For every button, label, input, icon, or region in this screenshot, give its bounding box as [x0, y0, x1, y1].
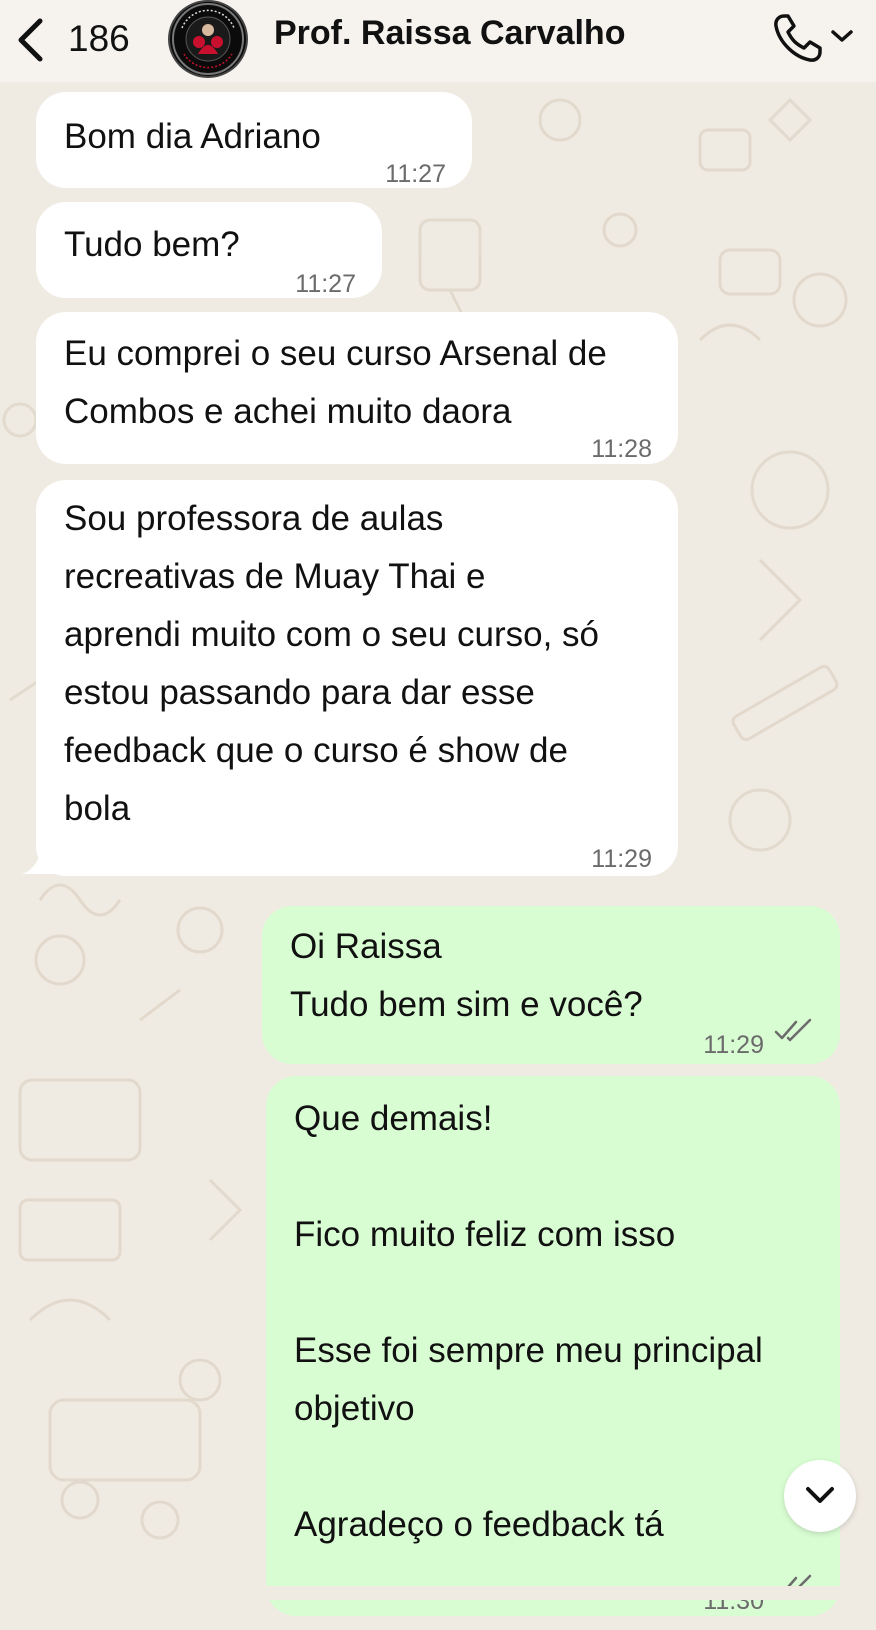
chat-header: 186 Prof. Raissa Carvalho	[0, 0, 876, 82]
contact-name[interactable]: Prof. Raissa Carvalho	[274, 14, 625, 53]
message-bubble-incoming[interactable]: Tudo bem? 11:27	[36, 202, 382, 298]
message-bubble-incoming[interactable]: Sou professora de aulas recreativas de M…	[36, 480, 678, 876]
message-text: Que demais! Fico muito feliz com isso Es…	[294, 1099, 763, 1544]
double-check-icon	[774, 1018, 812, 1042]
message-bubble-incoming[interactable]: Eu comprei o seu curso Arsenal de Combos…	[36, 312, 678, 464]
message-time: 11:28	[591, 435, 652, 463]
message-time: 11:29	[703, 1031, 764, 1059]
message-time: 11:27	[295, 270, 356, 298]
scroll-to-bottom-button[interactable]	[784, 1460, 856, 1532]
unread-count: 186	[68, 18, 130, 59]
phone-icon	[774, 14, 822, 62]
message-bubble-outgoing[interactable]: Oi Raissa Tudo bem sim e você? 11:29	[262, 906, 840, 1064]
bottom-edge	[0, 1586, 876, 1600]
call-button[interactable]	[770, 10, 860, 66]
message-text: Eu comprei o seu curso Arsenal de Combos…	[64, 334, 607, 431]
message-text: Oi Raissa Tudo bem sim e você?	[290, 927, 643, 1024]
message-time: 11:30	[703, 1587, 764, 1615]
message-time: 11:29	[591, 845, 652, 873]
message-text: Tudo bem?	[64, 225, 240, 264]
avatar-logo	[172, 3, 244, 75]
message-bubble-incoming[interactable]: Bom dia Adriano 11:27	[36, 92, 472, 188]
message-bubble-outgoing[interactable]: Que demais! Fico muito feliz com isso Es…	[266, 1076, 840, 1616]
message-text: Sou professora de aulas recreativas de M…	[64, 499, 599, 828]
message-time: 11:27	[385, 160, 446, 188]
chevron-down-icon	[806, 1487, 834, 1503]
chevron-down-icon	[831, 30, 853, 42]
chevron-left-icon	[18, 18, 43, 62]
message-text: Bom dia Adriano	[64, 117, 321, 156]
back-button[interactable]: 186	[16, 14, 146, 64]
avatar[interactable]	[168, 0, 248, 78]
